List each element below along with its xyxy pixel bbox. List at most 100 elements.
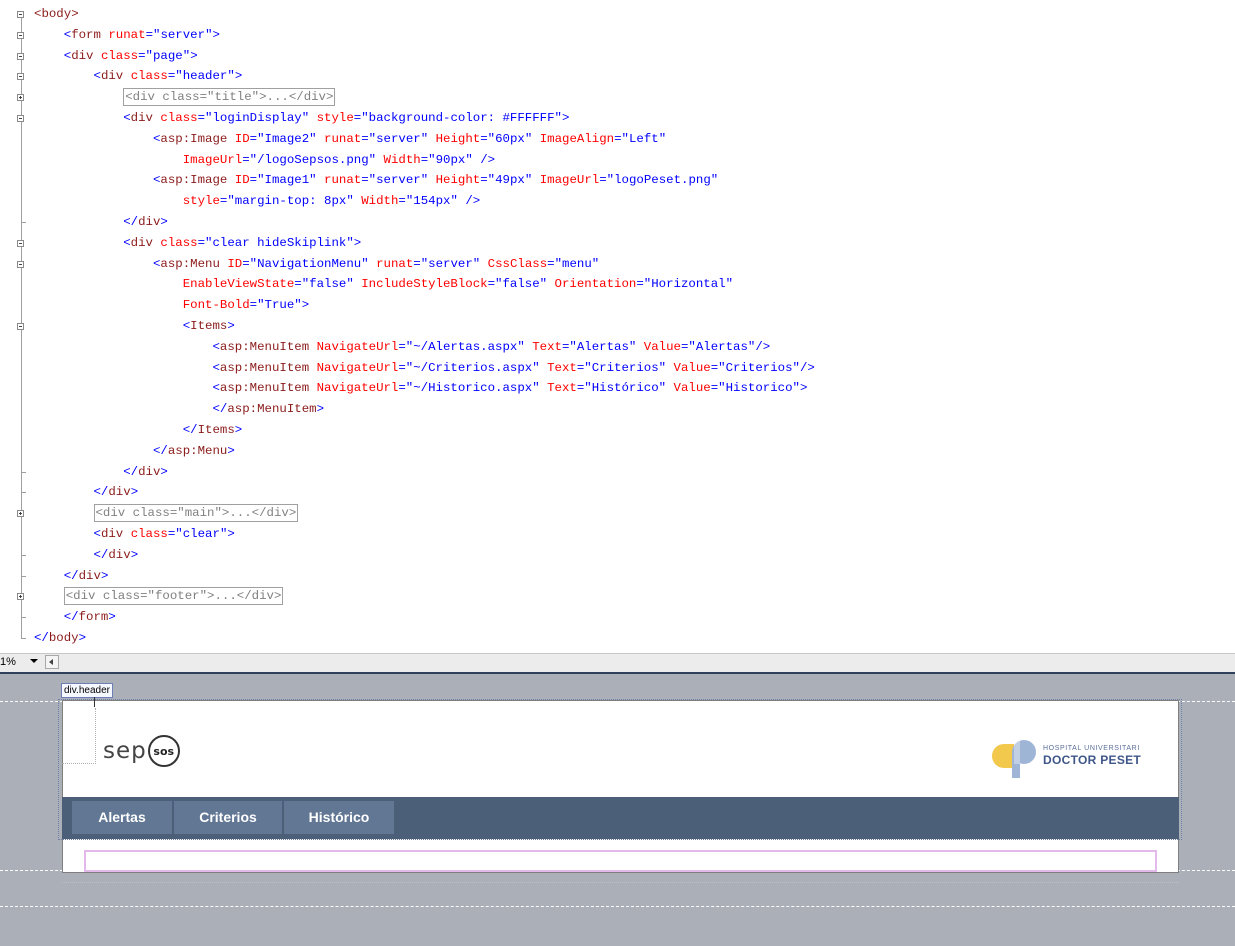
collapse-icon[interactable]	[17, 11, 24, 18]
code-line[interactable]: <div class="title">...</div>	[34, 87, 815, 108]
code-line[interactable]: </div>	[34, 462, 815, 483]
code-line[interactable]: <div class="clear">	[34, 524, 815, 545]
outline-end-mark	[21, 617, 26, 619]
page-preview[interactable]	[62, 700, 1179, 873]
code-line[interactable]: </form>	[34, 607, 815, 628]
code-token: header	[182, 69, 228, 84]
code-line[interactable]: <div class="clear hideSkiplink">	[34, 233, 815, 254]
code-line[interactable]: style="margin-top: 8px" Width="154px" />	[34, 191, 815, 212]
code-line[interactable]: <asp:Menu ID="NavigationMenu" runat="ser…	[34, 254, 815, 275]
collapsed-region[interactable]: <div class="footer">...</div>	[63, 587, 284, 606]
code-line[interactable]: </asp:Menu>	[34, 441, 815, 462]
collapse-icon[interactable]	[17, 31, 24, 39]
tag-connector	[94, 697, 95, 707]
code-editor[interactable]: <body> <form runat="server"> <div class=…	[0, 0, 1235, 653]
code-token: div	[138, 464, 161, 479]
collapse-icon[interactable]	[17, 73, 24, 81]
menu-item-historico[interactable]: Histórico	[284, 801, 394, 834]
guide-line	[0, 906, 1235, 907]
code-token: "	[725, 277, 734, 292]
outline-end-mark	[21, 222, 26, 223]
code-line[interactable]: <div class="header">	[34, 66, 815, 87]
collapse-icon[interactable]	[17, 115, 24, 122]
zoom-dropdown-icon[interactable]	[30, 659, 38, 663]
outline-end-mark	[21, 575, 26, 577]
code-token: clear	[182, 526, 220, 541]
code-token: >	[130, 485, 139, 500]
code-line[interactable]: <div class="footer">...</div>	[34, 586, 815, 607]
code-line[interactable]: </Items>	[34, 420, 815, 441]
collapsed-region[interactable]: <div class="title">...</div>	[123, 88, 336, 107]
code-line[interactable]: </div>	[34, 566, 815, 587]
code-token: asp:Menu	[167, 443, 228, 458]
code-token: loginDisplay	[212, 110, 302, 125]
code-line[interactable]: EnableViewState="false" IncludeStyleBloc…	[34, 274, 815, 295]
code-line[interactable]: <div class="main">...</div>	[34, 503, 815, 524]
code-token: 90px	[435, 152, 466, 167]
peset-logo[interactable]: HOSPITAL UNIVERSITARI DOCTOR PESET	[990, 732, 1160, 782]
code-line[interactable]: <div class="loginDisplay" style="backgro…	[34, 108, 815, 129]
code-token: ="	[561, 339, 577, 354]
code-line[interactable]: </div>	[34, 482, 815, 503]
code-token: </	[212, 402, 228, 417]
code-token: ="	[413, 256, 429, 271]
collapse-icon[interactable]	[17, 52, 24, 60]
menu-item-criterios[interactable]: Criterios	[174, 801, 282, 834]
expand-icon[interactable]	[17, 593, 24, 601]
collapse-icon[interactable]	[17, 260, 24, 268]
code-token: Value	[643, 339, 681, 354]
code-token: class	[160, 235, 198, 250]
design-view[interactable]: sep sos HOSPITAL UNIVERSITARI DOCTOR PES…	[0, 672, 1235, 946]
code-token: </	[34, 630, 49, 645]
code-token: />	[799, 360, 815, 375]
code-line[interactable]: </asp:MenuItem>	[34, 399, 815, 420]
code-token: "	[309, 173, 317, 188]
outline-end-mark	[21, 638, 26, 639]
selected-element-tag[interactable]: div.header	[61, 683, 113, 698]
code-line[interactable]: <asp:MenuItem NavigateUrl="~/Historico.a…	[34, 378, 815, 399]
code-token: "	[658, 131, 667, 146]
code-token: >	[799, 381, 808, 396]
sepsos-logo[interactable]: sep sos	[103, 735, 180, 767]
code-line[interactable]: Font-Bold="True">	[34, 295, 815, 316]
code-token: </	[93, 547, 109, 562]
code-token: <	[212, 360, 220, 375]
code-line[interactable]: <form runat="server">	[34, 25, 815, 46]
collapse-icon[interactable]	[17, 239, 24, 247]
scroll-left-button[interactable]	[45, 655, 59, 669]
zoom-level[interactable]: 1%	[0, 656, 16, 668]
code-line[interactable]: </body>	[34, 628, 815, 649]
code-area[interactable]: <body> <form runat="server"> <div class=…	[34, 4, 815, 653]
code-token: div	[78, 568, 101, 583]
code-token: server	[376, 173, 421, 188]
code-line[interactable]: <asp:Image ID="Image1" runat="server" He…	[34, 170, 815, 191]
menu-item-alertas[interactable]: Alertas	[72, 801, 172, 834]
code-line[interactable]: <asp:Image ID="Image2" runat="server" He…	[34, 129, 815, 150]
expand-icon[interactable]	[17, 510, 24, 518]
title-placeholder[interactable]	[62, 708, 96, 764]
main-placeholder[interactable]	[84, 850, 1157, 872]
code-token: clear hideSkiplink	[212, 235, 347, 250]
code-line[interactable]: <asp:MenuItem NavigateUrl="~/Criterios.a…	[34, 358, 815, 379]
code-line[interactable]: <body>	[34, 4, 815, 25]
code-line[interactable]: ImageUrl="/logoSepsos.png" Width="90px" …	[34, 150, 815, 171]
collapse-icon[interactable]	[17, 323, 24, 330]
code-token: div	[100, 526, 124, 541]
code-line[interactable]: <asp:MenuItem NavigateUrl="~/Alertas.asp…	[34, 337, 815, 358]
expand-icon[interactable]	[17, 94, 24, 102]
code-line[interactable]: <div class="page">	[34, 46, 815, 67]
code-line[interactable]: </div>	[34, 212, 815, 233]
code-line[interactable]: <Items>	[34, 316, 815, 337]
collapsed-region[interactable]: <div class="main">...</div>	[93, 504, 299, 523]
code-token: ="	[294, 277, 310, 292]
code-line[interactable]: </div>	[34, 545, 815, 566]
